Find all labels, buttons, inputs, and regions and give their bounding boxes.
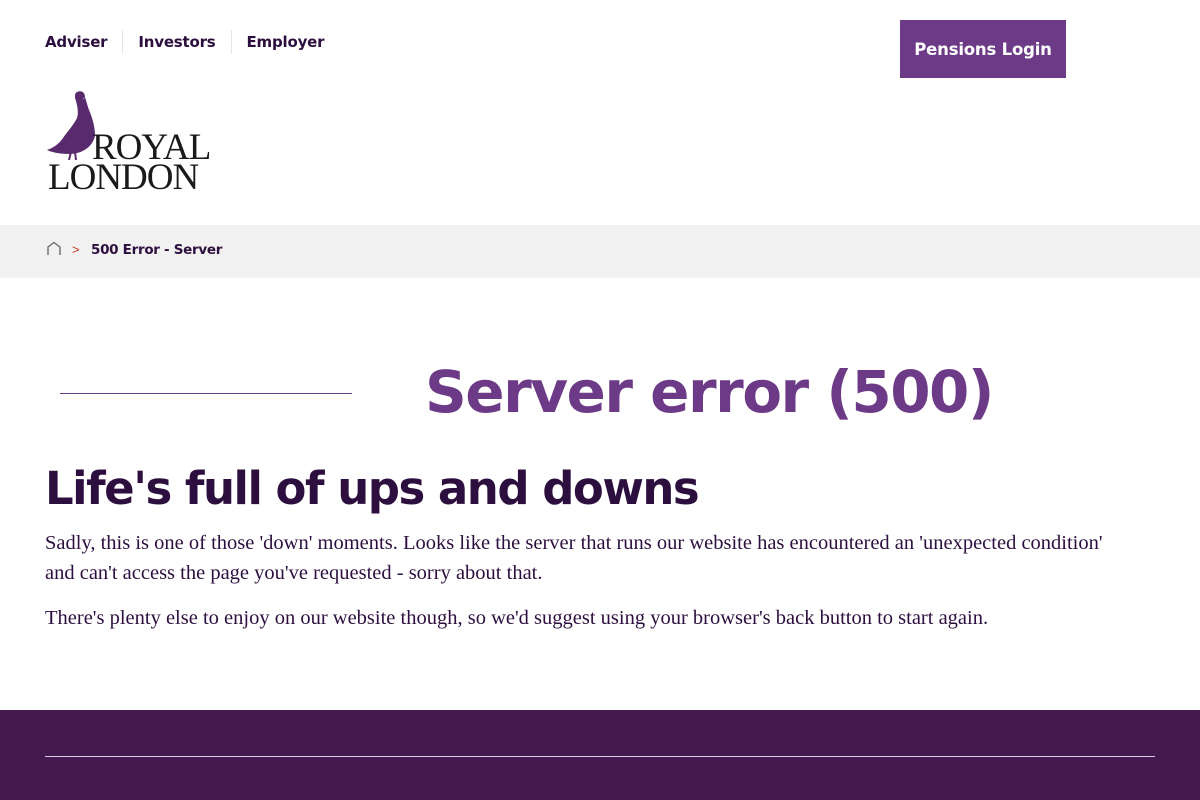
breadcrumb-separator: > xyxy=(72,242,80,257)
breadcrumb: > 500 Error - Server xyxy=(0,225,1200,278)
nav-link-investors[interactable]: Investors xyxy=(122,30,230,54)
error-paragraph-1: Sadly, this is one of those 'down' momen… xyxy=(45,532,1103,584)
title-divider xyxy=(60,393,352,394)
footer-divider xyxy=(45,756,1155,757)
pensions-login-button[interactable]: Pensions Login xyxy=(900,20,1066,78)
nav-link-adviser[interactable]: Adviser xyxy=(45,30,122,54)
headline: Life's full of ups and downs xyxy=(45,462,700,515)
logo-text-london: LONDON xyxy=(48,157,199,198)
error-paragraph-2: There's plenty else to enjoy on our webs… xyxy=(45,607,989,629)
breadcrumb-current: 500 Error - Server xyxy=(91,242,223,258)
royal-london-logo[interactable]: ROYAL LONDON xyxy=(45,88,211,198)
home-icon[interactable] xyxy=(46,241,62,261)
error-title: Server error (500) xyxy=(425,358,994,426)
footer xyxy=(0,710,1200,800)
nav-link-employer[interactable]: Employer xyxy=(230,30,340,54)
top-navigation: Adviser Investors Employer xyxy=(45,30,339,54)
